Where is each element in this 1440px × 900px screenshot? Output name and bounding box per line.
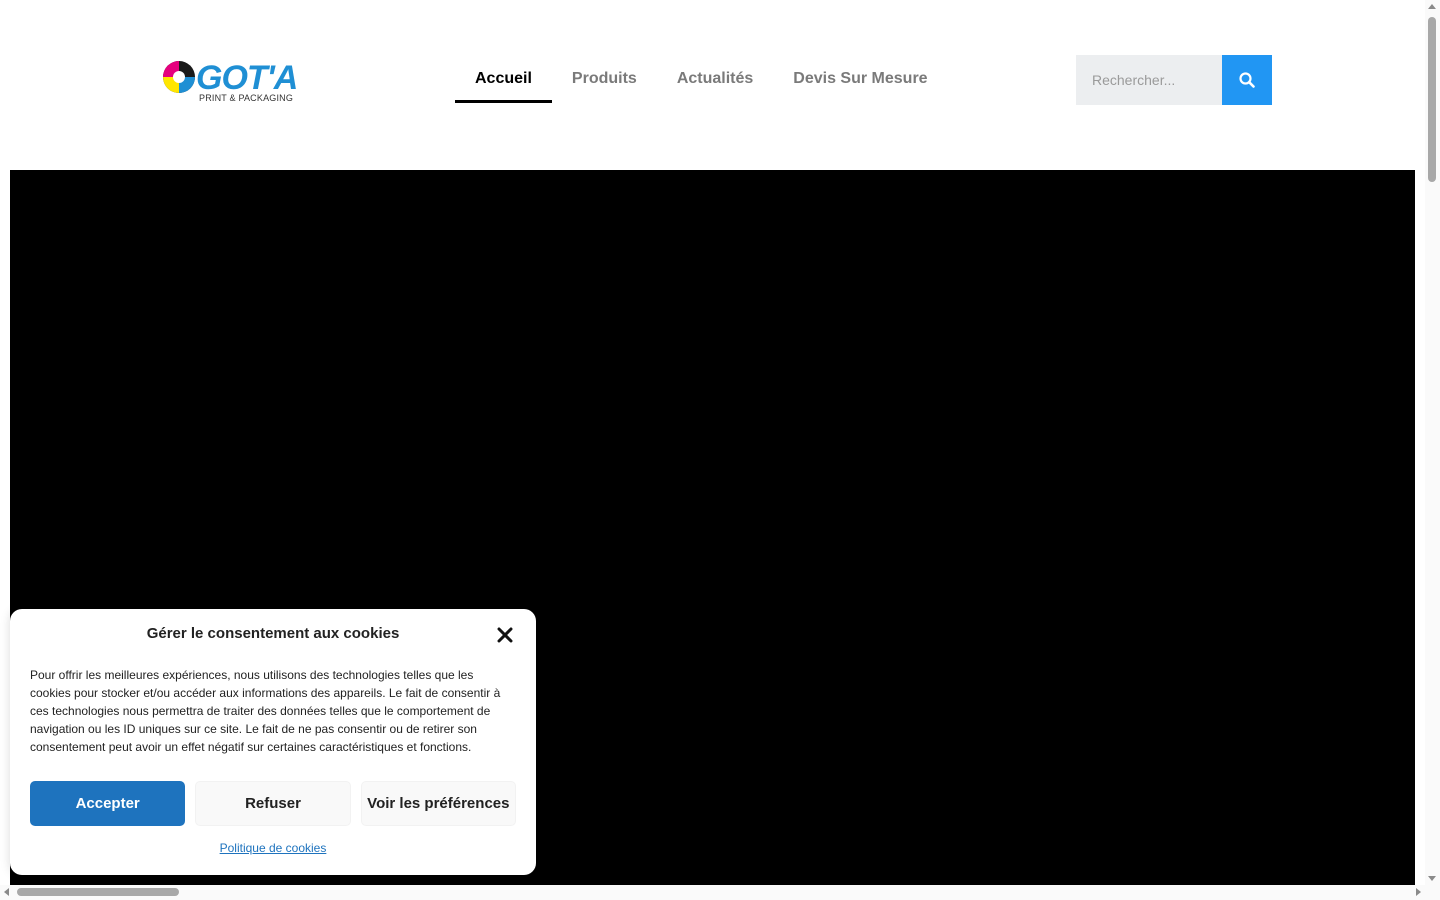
logo-mark-icon [163, 61, 195, 93]
nav-item-produits[interactable]: Produits [552, 55, 657, 103]
scroll-left-arrow-icon[interactable] [4, 888, 9, 896]
close-icon[interactable] [496, 626, 514, 644]
logo-wordmark: GOT'A [196, 59, 298, 97]
vertical-scrollbar[interactable] [1425, 0, 1440, 885]
scrollbar-corner [1425, 885, 1440, 900]
preferences-button[interactable]: Voir les préférences [360, 781, 516, 826]
scroll-down-arrow-icon[interactable] [1428, 876, 1436, 881]
horizontal-scrollbar[interactable] [0, 885, 1425, 900]
vertical-scroll-thumb[interactable] [1428, 17, 1436, 182]
nav-item-devis-sur-mesure[interactable]: Devis Sur Mesure [773, 55, 947, 103]
site-logo[interactable]: GOT'A PRINT & PACKAGING [160, 57, 298, 107]
nav-item-actualites[interactable]: Actualités [657, 55, 773, 103]
site-header: GOT'A PRINT & PACKAGING Accueil Produits… [0, 0, 1425, 170]
deny-button[interactable]: Refuser [195, 781, 351, 826]
cookie-title: Gérer le consentement aux cookies [146, 625, 400, 642]
horizontal-scroll-thumb[interactable] [17, 888, 179, 896]
scroll-right-arrow-icon[interactable] [1416, 888, 1421, 896]
logo-tagline: PRINT & PACKAGING [199, 93, 294, 103]
cookie-policy-link[interactable]: Politique de cookies [10, 841, 536, 855]
cookie-buttons: Accepter Refuser Voir les préférences [30, 781, 516, 826]
search-form [1076, 55, 1272, 105]
search-icon [1239, 72, 1255, 88]
scroll-up-arrow-icon[interactable] [1428, 4, 1436, 9]
nav-item-accueil[interactable]: Accueil [455, 55, 552, 103]
cookie-consent-banner: Gérer le consentement aux cookies Pour o… [10, 609, 536, 875]
search-input[interactable] [1076, 55, 1222, 105]
search-button[interactable] [1222, 55, 1272, 105]
accept-button[interactable]: Accepter [30, 781, 186, 826]
cookie-message: Pour offrir les meilleures expériences, … [30, 668, 501, 754]
main-nav: Accueil Produits Actualités Devis Sur Me… [455, 55, 948, 103]
